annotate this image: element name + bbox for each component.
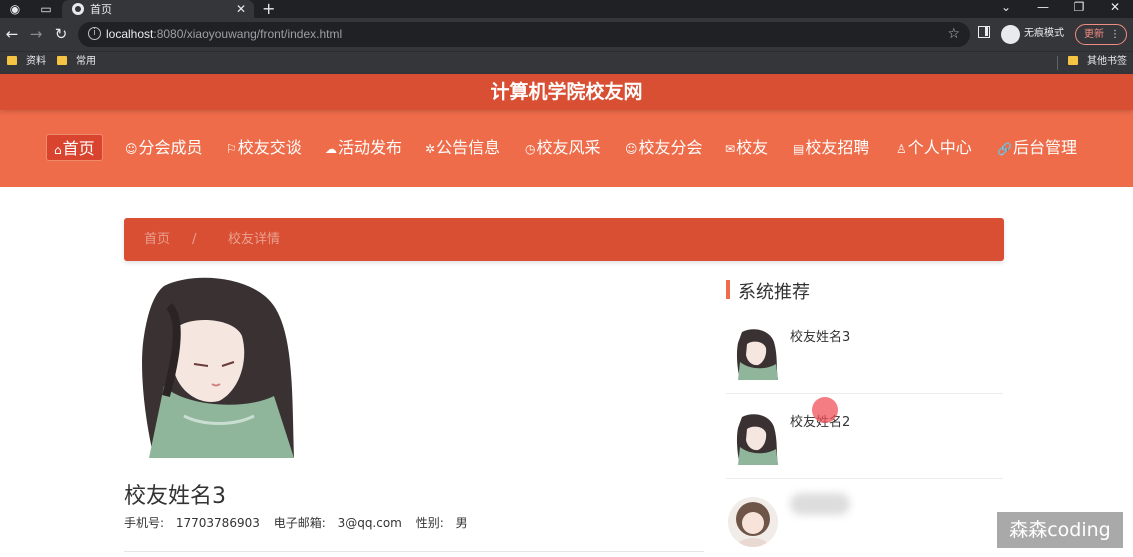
bookmark-folder-changyong[interactable]: 常用 [57,52,96,74]
site-title: 计算机学院校友网 [490,81,643,103]
recommend-item[interactable]: 校友姓名2 [726,405,1003,489]
recommend-name-blurred [790,493,850,515]
main-nav: ⌂首页 ☺分会成员 ⚐校友交谈 ☁活动发布 ✲公告信息 ◷校友风采 ☺校友分会 … [0,110,1133,187]
recommend-name[interactable]: 校友姓名3 [790,326,850,345]
bookmark-folder-other[interactable]: 其他书签 [1068,52,1127,74]
alumni-photo [124,276,302,458]
recommend-title: 系统推荐 [738,282,810,303]
user-icon: ♙ [896,142,907,156]
nav-home[interactable]: ⌂首页 [46,134,103,161]
members-icon: ☺ [125,142,138,156]
globe-icon [72,3,84,15]
globe-icon[interactable]: ◉ [2,0,28,18]
recommend-thumbnail[interactable] [732,328,778,380]
new-tab-button[interactable]: + [262,0,275,18]
close-tab-icon[interactable]: ✕ [234,2,248,16]
gender-value: 男 [455,516,468,530]
update-button[interactable]: 更新 ⋮ [1075,24,1127,45]
accent-bar [726,280,730,299]
alumni-contact: 手机号: 17703786903 电子邮箱: 3@qq.com 性别: 男 [124,514,468,531]
branch-icon: ☺ [625,142,638,156]
forward-button[interactable]: → [26,24,46,44]
link-icon: 🔗 [997,142,1012,156]
recommend-divider [726,393,1003,394]
nav-alumni-talk[interactable]: ⚐校友交谈 [226,134,302,161]
tab-search-chevron-icon[interactable]: ⌄ [988,0,1024,18]
recommend-thumbnail[interactable] [732,413,778,465]
browser-tab-strip: ◉ ▭ 首页 ✕ + ⌄ — ❐ ✕ [0,0,1133,18]
breadcrumb-separator: / [192,232,197,247]
nav-branch-members[interactable]: ☺分会成员 [125,134,203,161]
email-label: 电子邮箱: [273,516,326,530]
mail-icon: ✉ [725,142,736,156]
gender-label: 性别: [415,516,444,530]
browser-toolbar: ← → ↻ i localhost:8080/xiaoyouwang/front… [0,18,1133,51]
nav-alumni-branch[interactable]: ☺校友分会 [625,134,703,161]
nav-admin[interactable]: 🔗后台管理 [997,134,1077,161]
side-panel-icon[interactable] [978,26,990,38]
nav-alumni[interactable]: ✉校友 [725,134,768,161]
watermark: 森森coding [997,512,1123,548]
bookmark-star-icon[interactable]: ☆ [947,22,960,47]
tab-title: 首页 [90,3,112,16]
url-text[interactable]: localhost:8080/xiaoyouwang/front/index.h… [106,22,342,47]
phone-label: 手机号: [124,516,165,530]
site-title-bar: 计算机学院校友网 [0,74,1133,110]
breadcrumb: 首页 / 校友详情 [124,218,1004,261]
cursor-highlight [812,397,838,423]
nav-alumni-style[interactable]: ◷校友风采 [525,134,601,161]
address-bar[interactable]: i localhost:8080/xiaoyouwang/front/index… [78,22,970,47]
folder-icon [57,56,67,65]
notice-icon: ✲ [425,142,436,156]
bookmark-divider [1057,56,1058,70]
nav-personal-center[interactable]: ♙个人中心 [896,134,972,161]
breadcrumb-current: 校友详情 [228,232,281,247]
recommend-thumbnail[interactable] [728,497,778,547]
alumni-name: 校友姓名3 [124,484,226,509]
incognito-label: 无痕模式 [1024,28,1064,39]
nav-activity[interactable]: ☁活动发布 [325,134,402,161]
bookmarks-bar: 资料 常用 其他书签 [0,51,1133,74]
tab-search-icon[interactable]: ▭ [33,0,59,18]
site-info-icon[interactable]: i [88,27,101,40]
incognito-icon[interactable] [1001,25,1020,44]
browser-tab-active[interactable]: 首页 ✕ [62,0,254,18]
minimize-window-button[interactable]: — [1025,0,1061,18]
flag-icon: ⚐ [226,142,237,156]
menu-dots-icon: ⋮ [1110,29,1120,40]
back-button[interactable]: ← [2,24,22,44]
email-value: 3@qq.com [337,516,402,530]
recommend-item[interactable]: 校友姓名3 [726,320,1003,404]
clock-icon: ◷ [525,142,536,156]
restore-window-button[interactable]: ❐ [1061,0,1097,18]
divider [124,551,704,552]
bookmark-folder-ziliao[interactable]: 资料 [7,52,46,74]
site-header: 计算机学院校友网 ⌂首页 ☺分会成员 ⚐校友交谈 ☁活动发布 ✲公告信息 ◷校友… [0,74,1133,187]
reload-button[interactable]: ↻ [51,24,71,44]
phone-value: 17703786903 [175,516,260,530]
breadcrumb-home[interactable]: 首页 [144,218,170,261]
nav-recruitment[interactable]: ▤校友招聘 [793,134,869,161]
nav-announcements[interactable]: ✲公告信息 [425,134,500,161]
folder-icon [1068,56,1078,65]
recruit-icon: ▤ [793,142,805,156]
recommend-divider [726,478,1003,479]
folder-icon [7,56,17,65]
activity-icon: ☁ [325,142,337,156]
close-window-button[interactable]: ✕ [1097,0,1133,18]
home-icon: ⌂ [54,143,62,157]
